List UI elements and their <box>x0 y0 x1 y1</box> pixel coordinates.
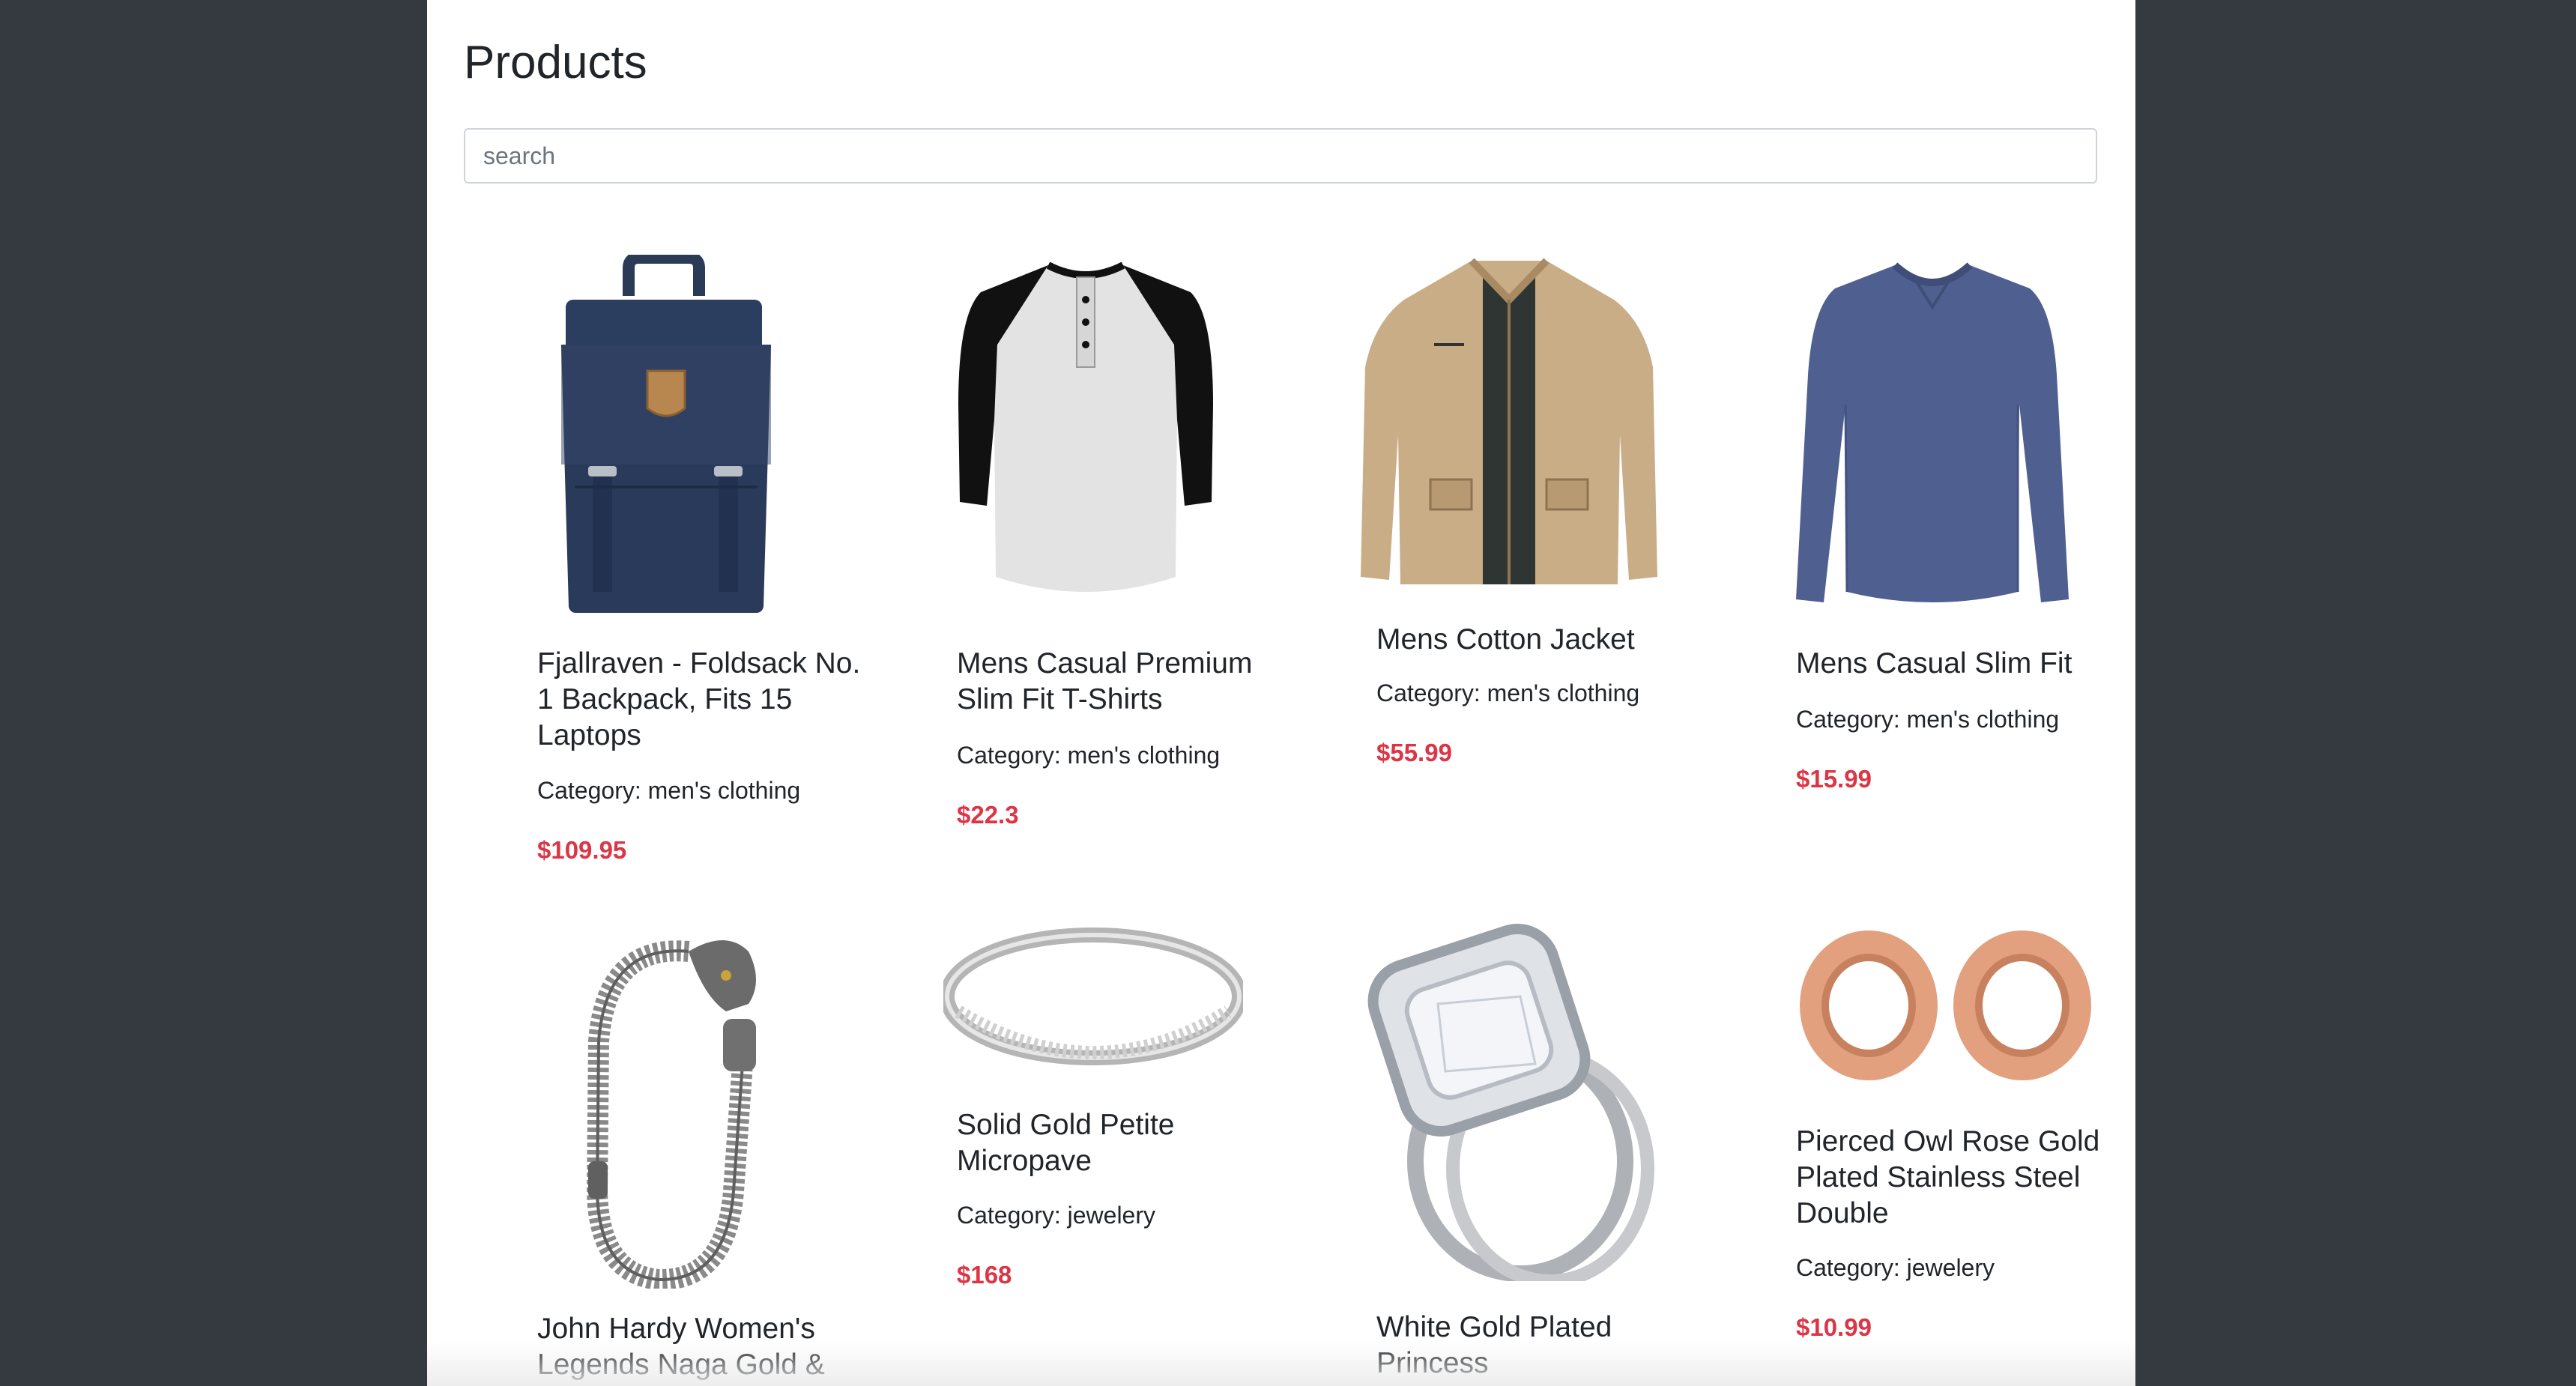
product-card[interactable]: John Hardy Women's Legends Naga Gold & <box>471 914 861 1386</box>
product-category: Category: men's clothing <box>1376 680 1640 706</box>
product-name: Fjallraven - Foldsack No. 1 Backpack, Fi… <box>537 647 861 751</box>
long-sleeve-shirt-image <box>1796 262 2069 602</box>
jacket-image <box>1361 258 1657 584</box>
product-category: Category: men's clothing <box>957 742 1221 769</box>
main-container: Products Fjallraven - Foldsack No. 1 Bac… <box>427 0 2135 1386</box>
product-name: Mens Casual Premium Slim Fit T-Shirts <box>957 647 1253 715</box>
product-price: $22.3 <box>957 801 1019 829</box>
product-name: Pierced Owl Rose Gold Plated Stainless S… <box>1796 1125 2100 1229</box>
product-price: $15.99 <box>1796 765 1872 793</box>
backpack-image <box>561 255 771 613</box>
product-name: Mens Casual Slim Fit <box>1796 647 2072 680</box>
product-category: Category: men's clothing <box>537 777 801 804</box>
ring-image <box>943 927 1243 1065</box>
product-card[interactable]: Mens Cotton Jacket Category: men's cloth… <box>1310 247 1700 817</box>
bracelet-image <box>586 940 756 1289</box>
product-price: $109.95 <box>537 836 627 864</box>
page-title: Products <box>464 37 647 88</box>
product-card[interactable]: Solid Gold Petite Micropave Category: je… <box>891 914 1281 1349</box>
product-category: Category: men's clothing <box>1796 706 2060 733</box>
bottom-fade <box>427 1341 2135 1386</box>
product-card[interactable]: White Gold Plated Princess <box>1310 914 1700 1386</box>
product-card[interactable]: Fjallraven - Foldsack No. 1 Backpack, Fi… <box>471 247 861 884</box>
product-price: $10.99 <box>1796 1313 1872 1341</box>
product-card[interactable]: Pierced Owl Rose Gold Plated Stainless S… <box>1730 914 2120 1386</box>
product-category: Category: jewelery <box>1796 1254 1995 1281</box>
product-category: Category: jewelery <box>957 1202 1155 1229</box>
product-price: $55.99 <box>1376 739 1452 766</box>
search-input[interactable] <box>464 128 2097 184</box>
raglan-tshirt-image <box>958 261 1213 592</box>
product-price: $168 <box>957 1261 1012 1289</box>
ear-tunnel-image <box>1800 930 2091 1080</box>
engagement-ring-image <box>1367 924 1654 1281</box>
product-name: Solid Gold Petite Micropave <box>957 1109 1175 1177</box>
product-name: Mens Cotton Jacket <box>1376 623 1635 656</box>
product-card[interactable]: Mens Casual Premium Slim Fit T-Shirts Ca… <box>891 247 1281 847</box>
product-card[interactable]: Mens Casual Slim Fit Category: men's clo… <box>1730 247 2120 847</box>
